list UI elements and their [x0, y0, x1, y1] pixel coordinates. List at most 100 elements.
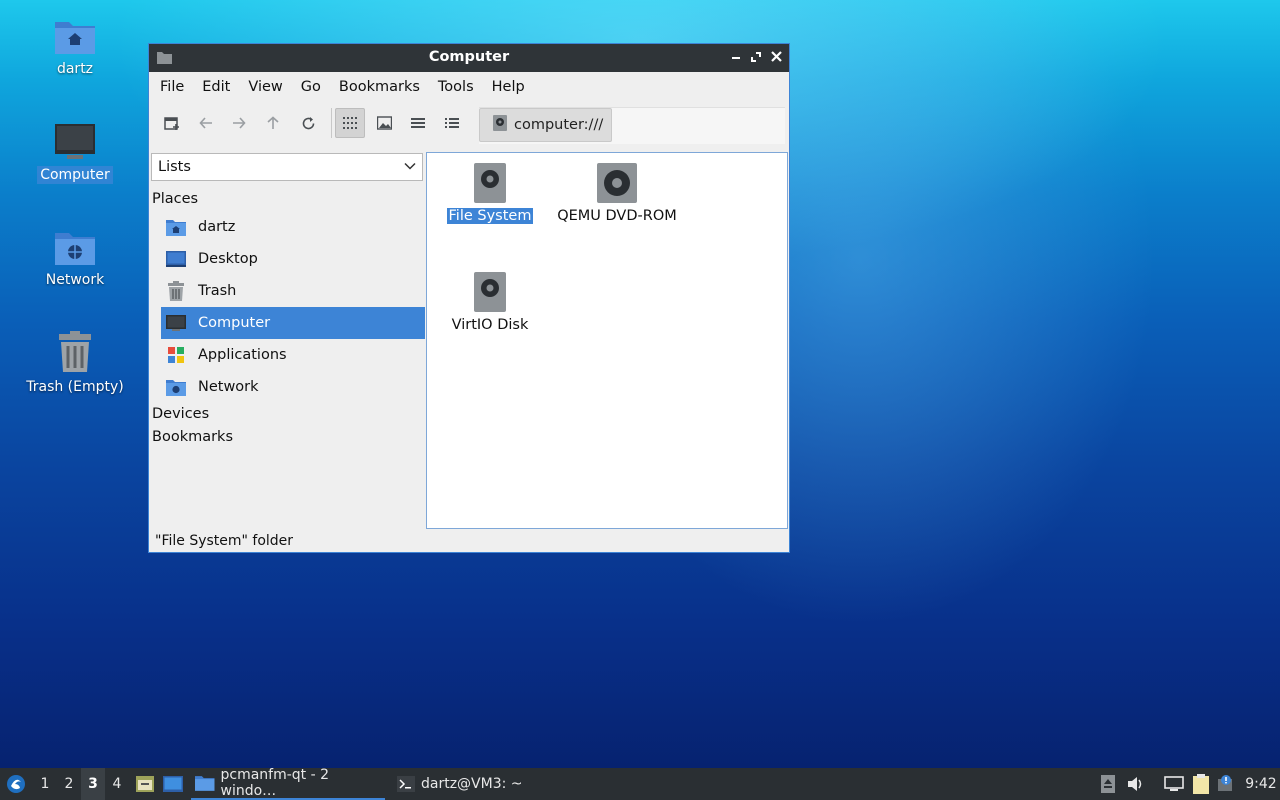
folder-item-label: QEMU DVD-ROM: [557, 208, 677, 224]
window-title: Computer: [428, 49, 510, 65]
menu-file[interactable]: File: [154, 79, 196, 95]
desktop-icon-label: dartz: [56, 61, 94, 77]
desktop-icon-label: Trash (Empty): [26, 379, 124, 395]
reload-button[interactable]: [293, 108, 323, 138]
chevron-down-icon: [404, 160, 416, 176]
arrow-left-icon: [199, 117, 212, 129]
sidebar-item-applications[interactable]: Applications: [161, 339, 425, 371]
list-icon: [411, 118, 425, 128]
side-pane-mode-select[interactable]: Lists: [151, 153, 423, 181]
toolbar-separator: [331, 108, 332, 138]
file-manager-window: Computer File Edit View Go Bookmarks Too…: [148, 43, 790, 553]
taskbar: 1 2 3 4 pcmanfm-qt - 2 windo… dartz@VM3:…: [0, 767, 1280, 800]
icon-view-button[interactable]: [335, 108, 365, 138]
menu-help[interactable]: Help: [486, 79, 537, 95]
network-folder-icon: [53, 227, 97, 267]
desktop-icon-trash[interactable]: Trash (Empty): [20, 330, 130, 396]
menu-view[interactable]: View: [242, 79, 294, 95]
sidebar-item-label: Desktop: [198, 251, 258, 267]
desktop-icon-computer[interactable]: Computer: [20, 122, 130, 184]
menu-go[interactable]: Go: [295, 79, 333, 95]
menu-edit[interactable]: Edit: [196, 79, 242, 95]
sidebar-item-desktop[interactable]: Desktop: [161, 243, 425, 275]
section-bookmarks[interactable]: Bookmarks: [152, 429, 233, 445]
sidebar-item-network[interactable]: Network: [161, 371, 425, 403]
eject-icon: [1101, 775, 1115, 793]
lxqt-logo-icon: [7, 775, 25, 793]
file-manager-icon: [136, 776, 154, 792]
start-menu-button[interactable]: [4, 768, 28, 800]
folder-item-virtio-disk[interactable]: VirtIO Disk: [425, 270, 555, 333]
network-folder-icon: [166, 377, 186, 397]
computer-icon: [53, 122, 97, 162]
sidebar-item-dartz[interactable]: dartz: [161, 211, 425, 243]
image-icon: [376, 116, 392, 130]
workspace-4[interactable]: 4: [105, 768, 129, 800]
quicklaunch-show-desktop[interactable]: [161, 768, 185, 800]
task-button-pcmanfm[interactable]: pcmanfm-qt - 2 windo…: [191, 767, 385, 800]
quicklaunch-file-manager[interactable]: [133, 768, 157, 800]
sidebar-item-label: dartz: [198, 219, 236, 235]
maximize-button[interactable]: [747, 49, 765, 67]
detailed-view-button[interactable]: [437, 108, 467, 138]
hard-disk-icon: [470, 270, 510, 314]
workspace-2[interactable]: 2: [57, 768, 81, 800]
toolbar: computer:///: [149, 102, 789, 144]
new-tab-button[interactable]: [157, 108, 187, 138]
menu-bar: File Edit View Go Bookmarks Tools Help: [149, 72, 789, 102]
forward-button[interactable]: [224, 108, 254, 138]
desktop-icon-network[interactable]: Network: [20, 227, 130, 289]
menu-tools[interactable]: Tools: [432, 79, 486, 95]
task-label: pcmanfm-qt - 2 windo…: [220, 767, 330, 799]
workspace-1[interactable]: 1: [33, 768, 57, 800]
sidebar-item-label: Applications: [198, 347, 287, 363]
path-segment-computer[interactable]: computer:///: [479, 108, 612, 142]
clock[interactable]: 9:42: [1244, 768, 1278, 800]
section-places[interactable]: Places: [152, 191, 198, 207]
up-button[interactable]: [258, 108, 288, 138]
tray-updates[interactable]: [1214, 768, 1238, 800]
folder-item-label: File System: [446, 208, 534, 224]
minimize-button[interactable]: [727, 49, 745, 67]
window-titlebar[interactable]: Computer: [149, 44, 789, 72]
network-icon: [1164, 776, 1184, 791]
applications-icon: [166, 345, 186, 365]
task-label: dartz@VM3: ~: [421, 776, 523, 792]
tray-clipboard[interactable]: [1190, 768, 1212, 800]
tray-removable-media[interactable]: [1098, 768, 1118, 800]
sidebar-item-label: Network: [198, 379, 259, 395]
sidebar-item-label: Trash: [198, 283, 237, 299]
tray-volume[interactable]: [1126, 768, 1146, 800]
desktop-icon-label: Network: [45, 272, 105, 288]
tray-network[interactable]: [1162, 768, 1186, 800]
arrow-right-icon: [233, 117, 246, 129]
back-button[interactable]: [191, 108, 221, 138]
folder-view[interactable]: File System QEMU DVD-ROM VirtIO Disk: [426, 152, 788, 529]
side-pane: Lists Places dartz Desktop Trash Compute…: [150, 152, 426, 530]
sidebar-item-computer[interactable]: Computer: [161, 307, 425, 339]
task-button-terminal[interactable]: dartz@VM3: ~: [393, 768, 537, 800]
folder-item-qemu-dvd-rom[interactable]: QEMU DVD-ROM: [552, 161, 682, 224]
detailed-list-icon: [445, 118, 459, 128]
thumbnail-view-button[interactable]: [369, 108, 399, 138]
folder-item-file-system[interactable]: File System: [425, 161, 555, 224]
sidebar-item-label: Computer: [198, 315, 271, 331]
hard-disk-icon: [470, 161, 510, 205]
close-button[interactable]: [767, 49, 785, 67]
sidebar-item-trash[interactable]: Trash: [161, 275, 425, 307]
workspace-3[interactable]: 3: [81, 768, 105, 800]
section-devices[interactable]: Devices: [152, 406, 209, 422]
compact-view-button[interactable]: [403, 108, 433, 138]
optical-drive-icon: [597, 161, 637, 205]
desktop-icon-home[interactable]: dartz: [20, 16, 130, 78]
arrow-up-icon: [267, 116, 279, 129]
folder-icon: [195, 776, 215, 791]
computer-icon: [166, 313, 186, 333]
terminal-icon: [397, 776, 415, 792]
menu-bookmarks[interactable]: Bookmarks: [333, 79, 432, 95]
new-tab-icon: [164, 117, 179, 130]
desktop-icon-label: Computer: [37, 166, 113, 184]
trash-icon: [166, 281, 186, 301]
desktop-icon: [163, 776, 183, 792]
home-folder-icon: [53, 16, 97, 56]
